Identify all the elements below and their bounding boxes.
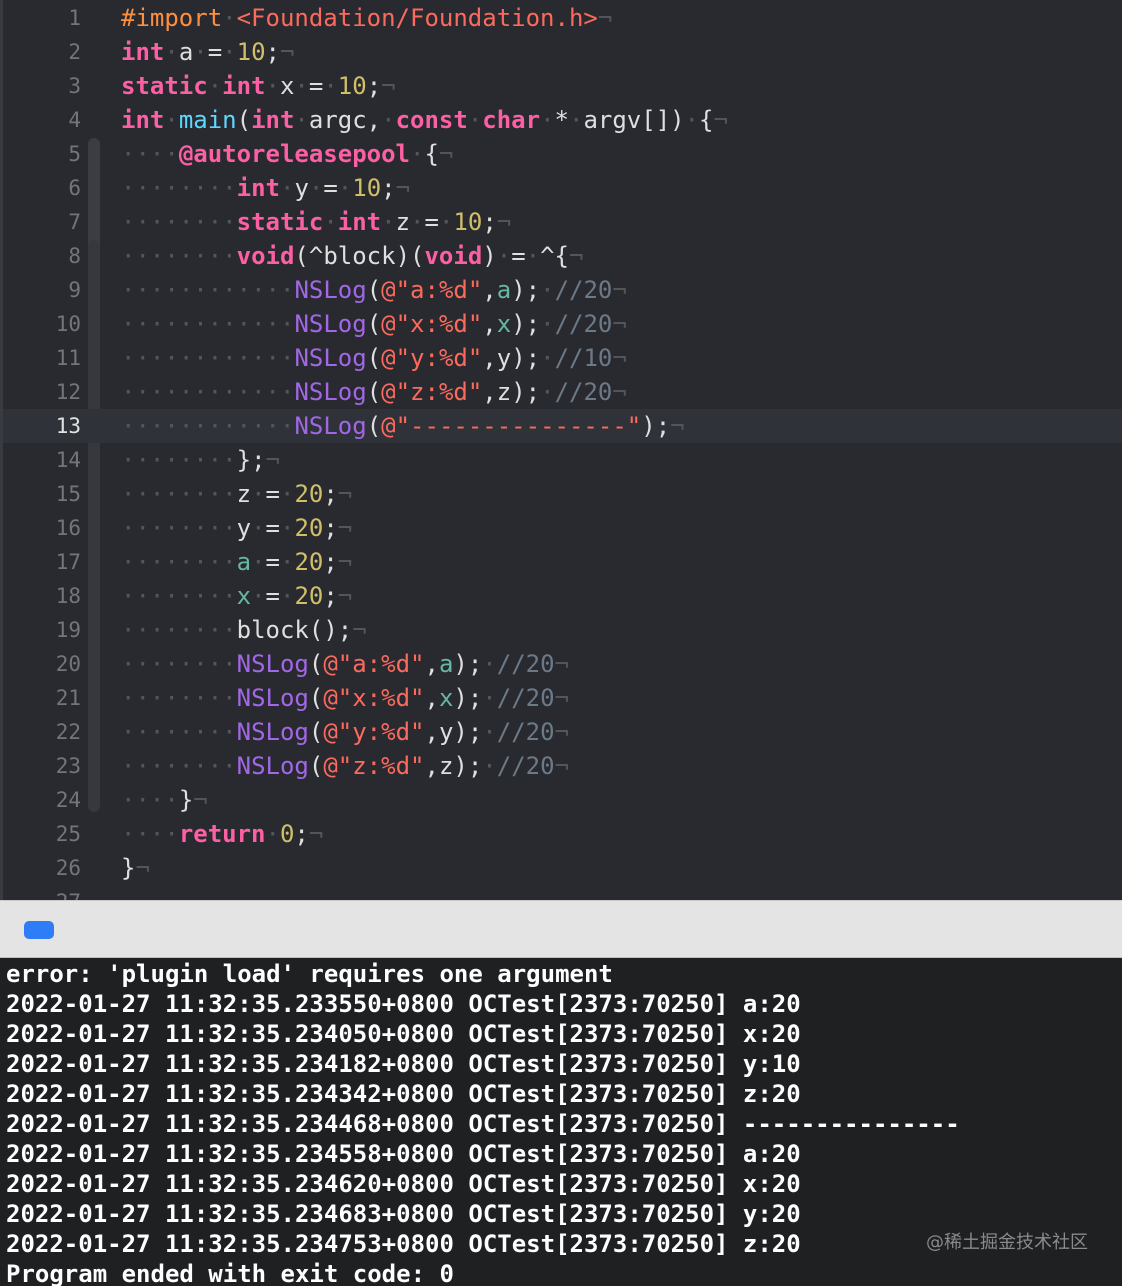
line-number[interactable]: 5 bbox=[3, 137, 81, 171]
console-line: 2022-01-27 11:32:35.234753+0800 OCTest[2… bbox=[6, 1230, 801, 1258]
code-line[interactable]: 17 ········a·=·20;¬ bbox=[3, 545, 1122, 579]
code-text: ········NSLog(@"y:%d",y);·//20¬ bbox=[121, 718, 569, 746]
code-line[interactable]: 14 ········};¬ bbox=[3, 443, 1122, 477]
code-text: ········z·=·20;¬ bbox=[121, 480, 353, 508]
code-line[interactable]: 23 ········NSLog(@"z:%d",z);·//20¬ bbox=[3, 749, 1122, 783]
code-line[interactable]: 25 ····return·0;¬ bbox=[3, 817, 1122, 851]
code-line[interactable]: 15 ········z·=·20;¬ bbox=[3, 477, 1122, 511]
code-line[interactable]: 3 static·int·x·=·10;¬ bbox=[3, 69, 1122, 103]
line-number[interactable]: 24 bbox=[3, 783, 81, 817]
line-number[interactable]: 22 bbox=[3, 715, 81, 749]
code-text: int·main(int·argc,·const·char·*·argv[])·… bbox=[121, 106, 728, 134]
code-text: ············NSLog(@"x:%d",x);·//20¬ bbox=[121, 310, 627, 338]
code-text: ········NSLog(@"z:%d",z);·//20¬ bbox=[121, 752, 569, 780]
line-number[interactable]: 20 bbox=[3, 647, 81, 681]
code-line[interactable]: 7 ········static·int·z·=·10;¬ bbox=[3, 205, 1122, 239]
code-line[interactable]: 16 ········y·=·20;¬ bbox=[3, 511, 1122, 545]
code-line[interactable]: 9 ············NSLog(@"a:%d",a);·//20¬ bbox=[3, 273, 1122, 307]
line-number[interactable]: 27 bbox=[3, 885, 81, 900]
code-text: ········a·=·20;¬ bbox=[121, 548, 353, 576]
code-text: #import·<Foundation/Foundation.h>¬ bbox=[121, 4, 613, 32]
code-line[interactable]: 5 ····@autoreleasepool·{¬ bbox=[3, 137, 1122, 171]
console-line: 2022-01-27 11:32:35.234620+0800 OCTest[2… bbox=[6, 1170, 801, 1198]
line-number[interactable]: 18 bbox=[3, 579, 81, 613]
line-number[interactable]: 10 bbox=[3, 307, 81, 341]
line-number[interactable]: 8 bbox=[3, 239, 81, 273]
code-line[interactable]: 24 ····}¬ bbox=[3, 783, 1122, 817]
code-text: ············NSLog(@"---------------");¬ bbox=[121, 412, 685, 440]
code-line[interactable]: 20 ········NSLog(@"a:%d",a);·//20¬ bbox=[3, 647, 1122, 681]
code-text: }¬ bbox=[121, 854, 150, 882]
breakpoints-toggle-icon[interactable] bbox=[24, 921, 54, 939]
line-number[interactable]: 26 bbox=[3, 851, 81, 885]
console-line: 2022-01-27 11:32:35.234342+0800 OCTest[2… bbox=[6, 1080, 801, 1108]
code-line[interactable]: 4 int·main(int·argc,·const·char·*·argv[])… bbox=[3, 103, 1122, 137]
code-line[interactable]: 1 #import·<Foundation/Foundation.h>¬ bbox=[3, 1, 1122, 35]
line-number[interactable]: 9 bbox=[3, 273, 81, 307]
code-text: ············NSLog(@"y:%d",y);·//10¬ bbox=[121, 344, 627, 372]
line-number[interactable]: 7 bbox=[3, 205, 81, 239]
console-line: error: 'plugin load' requires one argume… bbox=[6, 960, 613, 988]
code-text: ········};¬ bbox=[121, 446, 280, 474]
code-text: ········NSLog(@"a:%d",a);·//20¬ bbox=[121, 650, 569, 678]
code-line[interactable]: 26 }¬ bbox=[3, 851, 1122, 885]
line-number[interactable]: 6 bbox=[3, 171, 81, 205]
code-text: ········void(^block)(void)·=·^{¬ bbox=[121, 242, 584, 270]
code-text: int·a·=·10;¬ bbox=[121, 38, 295, 66]
console-line: 2022-01-27 11:32:35.234050+0800 OCTest[2… bbox=[6, 1020, 801, 1048]
line-number[interactable]: 15 bbox=[3, 477, 81, 511]
line-number[interactable]: 19 bbox=[3, 613, 81, 647]
code-line[interactable]: 2 int·a·=·10;¬ bbox=[3, 35, 1122, 69]
code-line[interactable]: 11 ············NSLog(@"y:%d",y);·//10¬ bbox=[3, 341, 1122, 375]
console-line: 2022-01-27 11:32:35.234683+0800 OCTest[2… bbox=[6, 1200, 801, 1228]
code-line[interactable]: 21 ········NSLog(@"x:%d",x);·//20¬ bbox=[3, 681, 1122, 715]
console-line: 2022-01-27 11:32:35.234558+0800 OCTest[2… bbox=[6, 1140, 801, 1168]
code-line[interactable]: 19 ········block();¬ bbox=[3, 613, 1122, 647]
line-number[interactable]: 23 bbox=[3, 749, 81, 783]
line-number[interactable]: 16 bbox=[3, 511, 81, 545]
line-number[interactable]: 4 bbox=[3, 103, 81, 137]
line-number[interactable]: 17 bbox=[3, 545, 81, 579]
code-text: ····}¬ bbox=[121, 786, 208, 814]
code-text: ········x·=·20;¬ bbox=[121, 582, 353, 610]
line-number[interactable]: 12 bbox=[3, 375, 81, 409]
code-text: ········int·y·=·10;¬ bbox=[121, 174, 411, 202]
code-text: ········static·int·z·=·10;¬ bbox=[121, 208, 512, 236]
code-line[interactable]: 12 ············NSLog(@"z:%d",z);·//20¬ bbox=[3, 375, 1122, 409]
watermark: @稀土掘金技术社区 bbox=[926, 1232, 1088, 1253]
line-number[interactable]: 11 bbox=[3, 341, 81, 375]
line-number[interactable]: 14 bbox=[3, 443, 81, 477]
line-number[interactable]: 25 bbox=[3, 817, 81, 851]
code-text: ········block();¬ bbox=[121, 616, 367, 644]
code-text: ············NSLog(@"a:%d",a);·//20¬ bbox=[121, 276, 627, 304]
code-text: ········y·=·20;¬ bbox=[121, 514, 353, 542]
code-line[interactable]: 18 ········x·=·20;¬ bbox=[3, 579, 1122, 613]
code-text: static·int·x·=·10;¬ bbox=[121, 72, 396, 100]
console-line: Program ended with exit code: 0 bbox=[6, 1260, 454, 1286]
line-number[interactable]: 21 bbox=[3, 681, 81, 715]
code-text: ····return·0;¬ bbox=[121, 820, 324, 848]
code-line[interactable]: 8 ········void(^block)(void)·=·^{¬ bbox=[3, 239, 1122, 273]
line-number[interactable]: 2 bbox=[3, 35, 81, 69]
line-number[interactable]: 1 bbox=[3, 1, 81, 35]
code-line[interactable]: 27 bbox=[3, 885, 1122, 900]
debug-bar bbox=[0, 900, 1122, 958]
code-text: ············NSLog(@"z:%d",z);·//20¬ bbox=[121, 378, 627, 406]
code-editor[interactable]: 1 #import·<Foundation/Foundation.h>¬ 2 int·… bbox=[0, 0, 1122, 900]
code-line[interactable]: 22 ········NSLog(@"y:%d",y);·//20¬ bbox=[3, 715, 1122, 749]
line-number[interactable]: 3 bbox=[3, 69, 81, 103]
code-line[interactable]: 13 ············NSLog(@"---------------");… bbox=[3, 409, 1122, 443]
code-text: ····@autoreleasepool·{¬ bbox=[121, 140, 454, 168]
line-number[interactable]: 13 bbox=[3, 409, 81, 443]
code-line[interactable]: 6 ········int·y·=·10;¬ bbox=[3, 171, 1122, 205]
console-line: 2022-01-27 11:32:35.234468+0800 OCTest[2… bbox=[6, 1110, 960, 1138]
console-line: 2022-01-27 11:32:35.233550+0800 OCTest[2… bbox=[6, 990, 801, 1018]
code-line[interactable]: 10 ············NSLog(@"x:%d",x);·//20¬ bbox=[3, 307, 1122, 341]
code-text: ········NSLog(@"x:%d",x);·//20¬ bbox=[121, 684, 569, 712]
console-line: 2022-01-27 11:32:35.234182+0800 OCTest[2… bbox=[6, 1050, 801, 1078]
